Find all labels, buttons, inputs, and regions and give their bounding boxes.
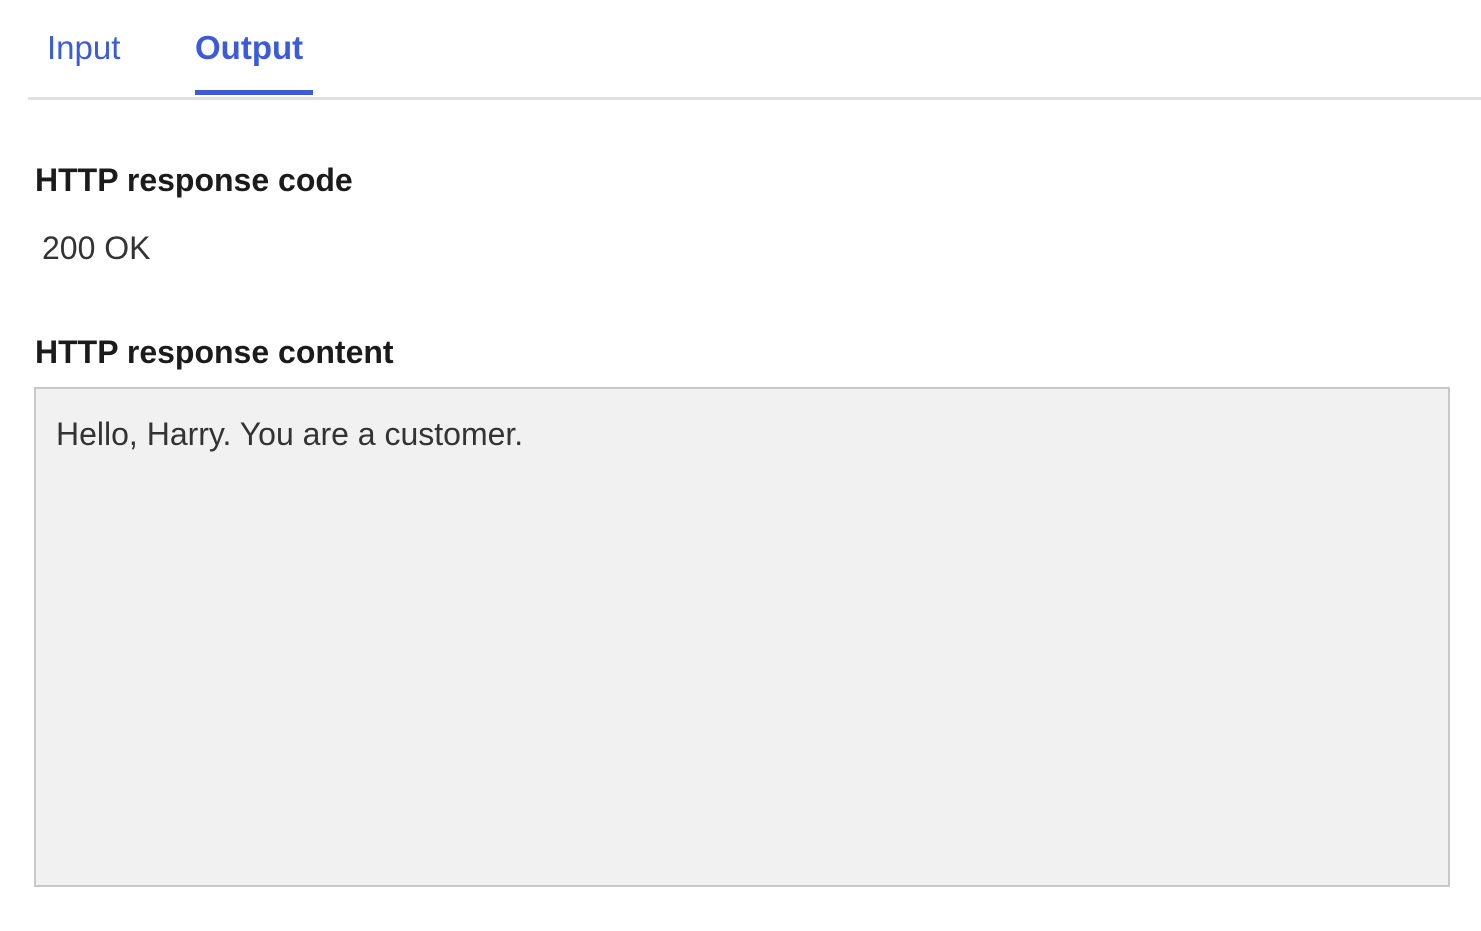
tab-bar: Input Output	[28, 0, 1481, 100]
active-tab-indicator	[195, 90, 313, 95]
response-content-box[interactable]: Hello, Harry. You are a customer.	[34, 387, 1450, 887]
response-code-label: HTTP response code	[35, 162, 353, 198]
tab-output[interactable]: Output	[195, 28, 303, 68]
response-content-text: Hello, Harry. You are a customer.	[56, 416, 524, 452]
response-content-label: HTTP response content	[35, 334, 394, 370]
response-code-value: 200 OK	[42, 230, 151, 266]
tab-input[interactable]: Input	[47, 28, 120, 68]
